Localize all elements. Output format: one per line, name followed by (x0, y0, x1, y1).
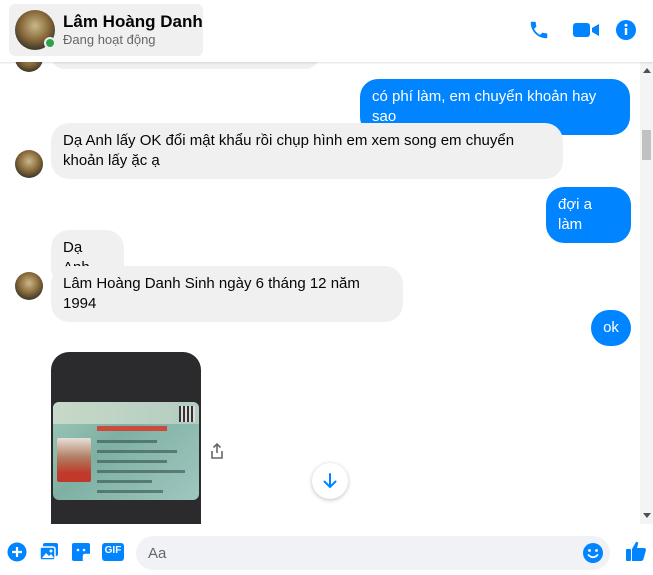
share-icon[interactable] (208, 442, 226, 460)
message-bubble-outgoing: ok (591, 310, 631, 346)
id-card-title-bar (97, 426, 167, 431)
scroll-up-arrow[interactable] (643, 68, 651, 73)
message-bubble-clipped (51, 62, 319, 69)
info-icon[interactable] (614, 18, 638, 42)
message-bubble-incoming: Lâm Hoàng Danh Sinh ngày 6 tháng 12 năm … (51, 266, 403, 322)
id-card-header (53, 402, 199, 424)
contact-avatar (15, 10, 56, 50)
sticker-icon[interactable] (70, 541, 92, 563)
message-input[interactable] (148, 536, 578, 570)
like-icon[interactable] (624, 539, 648, 563)
gif-icon[interactable]: GIF (101, 541, 125, 563)
emoji-icon[interactable] (582, 542, 604, 564)
message-list[interactable]: có phí làm, em chuyển khoản hay sao Dạ A… (0, 62, 640, 524)
contact-avatar-small (15, 62, 43, 72)
scrollbar[interactable] (640, 62, 653, 524)
message-composer: GIF (0, 524, 653, 575)
id-card-photo (57, 438, 91, 482)
photo-attachment-id-card[interactable] (51, 352, 201, 524)
id-card-line (97, 490, 163, 493)
plus-icon[interactable] (6, 541, 28, 563)
messenger-chat-window: Lâm Hoàng Danh Đang hoạt động có phí làm… (0, 0, 653, 575)
scroll-thumb[interactable] (642, 130, 651, 160)
photo-icon[interactable] (38, 541, 60, 563)
id-card-qr (179, 406, 195, 422)
phone-icon[interactable] (527, 18, 551, 42)
message-bubble-outgoing: đợi a làm (546, 187, 631, 243)
contact-text: Lâm Hoàng Danh Đang hoạt động (63, 12, 203, 48)
contact-avatar-small (15, 150, 43, 178)
contact-status: Đang hoạt động (63, 32, 156, 47)
chat-header: Lâm Hoàng Danh Đang hoạt động (0, 0, 653, 62)
message-input-wrapper (136, 536, 610, 570)
id-card-image (53, 402, 199, 500)
online-status-dot (44, 37, 56, 49)
arrow-down-icon (323, 473, 337, 489)
id-card-line (97, 460, 167, 463)
id-card-line (97, 450, 177, 453)
gif-label: GIF (104, 545, 122, 556)
scroll-down-arrow[interactable] (643, 513, 651, 518)
id-card-line (97, 440, 157, 443)
id-card-line (97, 470, 185, 473)
contact-avatar-small (15, 272, 43, 300)
id-card-line (97, 480, 152, 483)
contact-info[interactable]: Lâm Hoàng Danh Đang hoạt động (9, 4, 203, 56)
scroll-to-bottom-button[interactable] (312, 463, 348, 499)
message-bubble-incoming: Dạ Anh lấy OK đổi mật khẩu rồi chụp hình… (51, 123, 563, 179)
contact-name: Lâm Hoàng Danh (63, 12, 203, 31)
video-call-icon[interactable] (571, 18, 601, 42)
